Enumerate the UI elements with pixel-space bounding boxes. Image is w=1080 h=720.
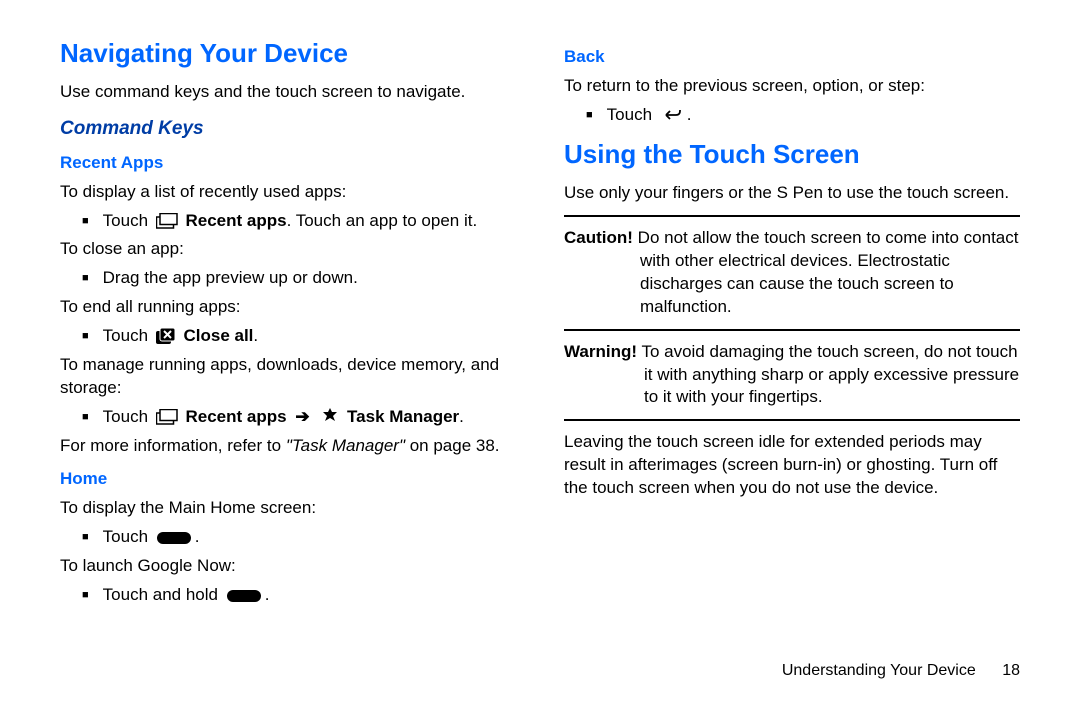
- text: Touch: [103, 211, 153, 230]
- text: Touch: [103, 407, 153, 426]
- bullet: Touch Recent apps. Touch an app to open …: [82, 210, 516, 233]
- back-icon: [660, 107, 684, 123]
- heading3-home: Home: [60, 468, 516, 491]
- home-button-icon: [226, 589, 262, 603]
- text: To return to the previous screen, option…: [564, 75, 1020, 98]
- text: To manage running apps, downloads, devic…: [60, 354, 516, 400]
- divider: [564, 329, 1020, 331]
- text: To display the Main Home screen:: [60, 497, 516, 520]
- heading1-touchscreen: Using the Touch Screen: [564, 137, 1020, 172]
- arrow-icon: ➔: [291, 407, 313, 426]
- text-bold: Recent apps: [185, 211, 286, 230]
- text: .: [265, 585, 270, 604]
- text: .: [195, 527, 200, 546]
- text: Touch and hold: [103, 585, 223, 604]
- text: . Touch an app to open it.: [287, 211, 478, 230]
- divider: [564, 215, 1020, 217]
- heading2-command-keys: Command Keys: [60, 116, 516, 142]
- text: Touch: [607, 105, 657, 124]
- recent-apps-icon: [156, 213, 178, 229]
- text-italic: "Task Manager": [286, 436, 405, 455]
- text: Touch: [103, 527, 153, 546]
- text-bold: Recent apps: [185, 407, 286, 426]
- heading3-recent-apps: Recent Apps: [60, 152, 516, 175]
- text: Touch: [103, 326, 153, 345]
- bullet: Touch .: [586, 104, 1020, 127]
- bullet: Touch and hold .: [82, 584, 516, 607]
- text: .: [459, 407, 464, 426]
- text: To launch Google Now:: [60, 555, 516, 578]
- text: To close an app:: [60, 238, 516, 261]
- text-bold: Close all: [183, 326, 253, 345]
- caution-text: Do not allow the touch screen to come in…: [633, 228, 1019, 316]
- close-all-icon: [156, 328, 176, 344]
- heading1-navigating: Navigating Your Device: [60, 36, 516, 71]
- caution-block: Caution! Do not allow the touch screen t…: [564, 227, 1020, 319]
- text: For more information, refer to: [60, 436, 286, 455]
- column-left: Navigating Your Device Use command keys …: [48, 36, 540, 684]
- home-button-icon: [156, 531, 192, 545]
- warning-text: To avoid damaging the touch screen, do n…: [637, 342, 1019, 407]
- text: Drag the app preview up or down.: [103, 267, 358, 290]
- page-footer: Understanding Your Device 18: [782, 662, 1020, 680]
- text: .: [253, 326, 258, 345]
- text: on page 38.: [405, 436, 500, 455]
- bullet: Touch Recent apps ➔ Task Manager.: [82, 406, 516, 429]
- divider: [564, 419, 1020, 421]
- footer-page-number: 18: [1002, 662, 1020, 679]
- caution-label: Caution!: [564, 228, 633, 247]
- page: Navigating Your Device Use command keys …: [0, 0, 1080, 720]
- text: .: [687, 105, 692, 124]
- text: To end all running apps:: [60, 296, 516, 319]
- bullet: Touch Close all.: [82, 325, 516, 348]
- text-intro: Use command keys and the touch screen to…: [60, 81, 516, 104]
- heading3-back: Back: [564, 46, 1020, 69]
- bullet: Drag the app preview up or down.: [82, 267, 516, 290]
- recent-apps-icon: [156, 409, 178, 425]
- text: To display a list of recently used apps:: [60, 181, 516, 204]
- bullet: Touch .: [82, 526, 516, 549]
- text-idle: Leaving the touch screen idle for extend…: [564, 431, 1020, 500]
- column-right: Back To return to the previous screen, o…: [540, 36, 1032, 684]
- warning-block: Warning! To avoid damaging the touch scr…: [564, 341, 1020, 410]
- text-xref: For more information, refer to "Task Man…: [60, 435, 516, 458]
- text-intro: Use only your fingers or the S Pen to us…: [564, 182, 1020, 205]
- warning-label: Warning!: [564, 342, 637, 361]
- text-bold: Task Manager: [347, 407, 459, 426]
- task-manager-icon: [321, 407, 339, 425]
- footer-chapter: Understanding Your Device: [782, 662, 976, 679]
